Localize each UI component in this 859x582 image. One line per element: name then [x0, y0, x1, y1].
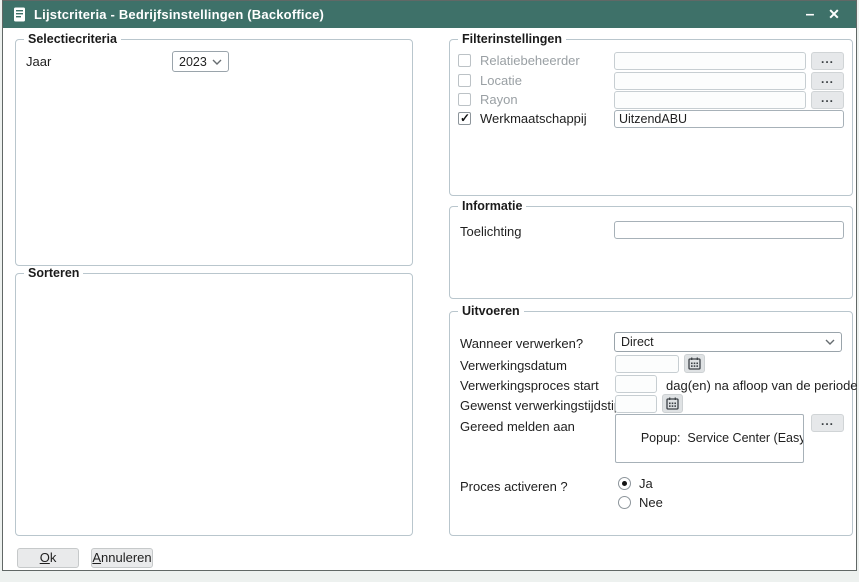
- filterinstellingen-group: Filterinstellingen Relatiebeheerder ... …: [449, 39, 853, 196]
- jaar-label: Jaar: [26, 54, 51, 69]
- window-title: Lijstcriteria - Bedrijfsinstellingen (Ba…: [34, 7, 324, 22]
- verwerkingsdatum-input[interactable]: [615, 355, 679, 373]
- informatie-group: Informatie Toelichting: [449, 206, 853, 299]
- selectiecriteria-group: Selectiecriteria Jaar 2023: [15, 39, 413, 266]
- gewenst-verwerkingstijdstip-input[interactable]: [615, 395, 657, 413]
- locatie-checkbox[interactable]: [458, 74, 471, 87]
- sorteren-group: Sorteren: [15, 273, 413, 536]
- verwerkingsproces-start-suffix: dag(en) na afloop van de periode: [666, 378, 858, 393]
- rayon-checkbox[interactable]: [458, 93, 471, 106]
- radio-nee-label: Nee: [639, 495, 663, 510]
- uitvoeren-legend: Uitvoeren: [458, 304, 524, 318]
- filterinstellingen-legend: Filterinstellingen: [458, 32, 566, 46]
- verwerkingsdatum-label: Verwerkingsdatum: [460, 358, 567, 373]
- relatiebeheerder-checkbox[interactable]: [458, 54, 471, 67]
- rayon-input[interactable]: [614, 91, 806, 109]
- lijstcriteria-dialog: Lijstcriteria - Bedrijfsinstellingen (Ba…: [2, 0, 857, 571]
- sorteren-legend: Sorteren: [24, 266, 83, 280]
- gewenst-verwerkingstijdstip-label: Gewenst verwerkingstijdstip: [460, 398, 621, 413]
- werkmaatschappij-input[interactable]: [614, 110, 844, 128]
- radio-nee-circle[interactable]: [618, 496, 631, 509]
- wanneer-verwerken-value: Direct: [621, 335, 654, 349]
- locatie-browse-button[interactable]: ...: [811, 72, 844, 90]
- wanneer-verwerken-label: Wanneer verwerken?: [460, 336, 583, 351]
- toelichting-label: Toelichting: [460, 224, 521, 239]
- ok-button[interactable]: Ok: [17, 548, 79, 568]
- locatie-input[interactable]: [614, 72, 806, 90]
- calendar-icon: [688, 357, 701, 370]
- relatiebeheerder-input[interactable]: [614, 52, 806, 70]
- radio-ja[interactable]: Ja: [618, 476, 653, 491]
- radio-ja-circle[interactable]: [618, 477, 631, 490]
- informatie-legend: Informatie: [458, 199, 526, 213]
- document-icon: [13, 7, 26, 22]
- relatiebeheerder-label: Relatiebeheerder: [480, 53, 580, 68]
- gereed-melden-aan-listbox[interactable]: Popup: Service Center (Easyflex): [615, 414, 804, 463]
- proces-activeren-label: Proces activeren ?: [460, 479, 568, 494]
- chevron-down-icon: [825, 339, 835, 345]
- jaar-select[interactable]: 2023: [172, 51, 229, 72]
- gereed-melden-aan-browse-button[interactable]: ...: [811, 414, 844, 432]
- calendar-icon: [666, 397, 679, 410]
- verwerkingsproces-start-label: Verwerkingsproces start: [460, 378, 599, 393]
- werkmaatschappij-checkbox[interactable]: [458, 112, 471, 125]
- close-button[interactable]: ✕: [822, 4, 846, 26]
- werkmaatschappij-label: Werkmaatschappij: [480, 111, 587, 126]
- radio-ja-label: Ja: [639, 476, 653, 491]
- minimize-button[interactable]: –: [798, 4, 822, 26]
- verwerkingsdatum-calendar-button[interactable]: [684, 354, 705, 373]
- tijdstip-calendar-button[interactable]: [662, 394, 683, 413]
- verwerkingsproces-start-input[interactable]: [615, 375, 657, 393]
- uitvoeren-group: Uitvoeren Wanneer verwerken? Direct Verw…: [449, 311, 853, 536]
- jaar-select-value: 2023: [179, 55, 207, 69]
- radio-nee[interactable]: Nee: [618, 495, 663, 510]
- gereed-melden-aan-value: Popup: Service Center (Easyflex): [641, 431, 804, 445]
- rayon-browse-button[interactable]: ...: [811, 91, 844, 109]
- toelichting-input[interactable]: [614, 221, 844, 239]
- chevron-down-icon: [212, 59, 222, 65]
- annuleren-button[interactable]: Annuleren: [91, 548, 153, 568]
- locatie-label: Locatie: [480, 73, 522, 88]
- relatiebeheerder-browse-button[interactable]: ...: [811, 52, 844, 70]
- selectiecriteria-legend: Selectiecriteria: [24, 32, 121, 46]
- titlebar: Lijstcriteria - Bedrijfsinstellingen (Ba…: [3, 1, 856, 28]
- rayon-label: Rayon: [480, 92, 518, 107]
- gereed-melden-aan-label: Gereed melden aan: [460, 419, 575, 434]
- wanneer-verwerken-select[interactable]: Direct: [614, 332, 842, 352]
